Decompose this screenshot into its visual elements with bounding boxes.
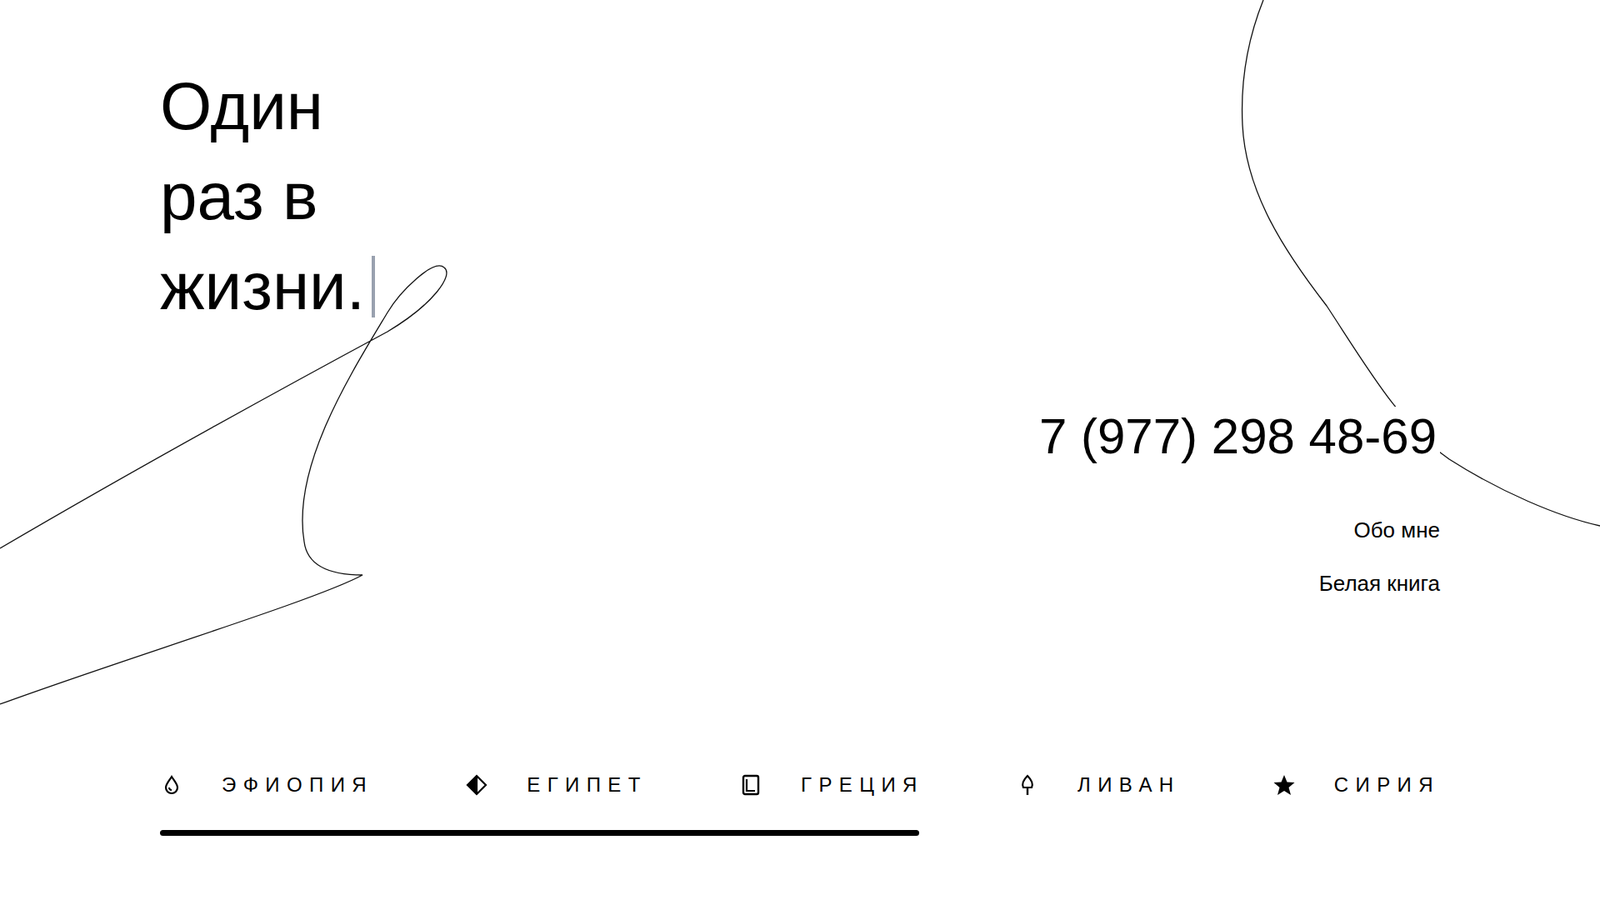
progress-track — [160, 830, 1440, 836]
hero-line: жизни. — [160, 241, 1440, 332]
nav-item[interactable]: СИРИЯ — [1272, 771, 1440, 799]
phone-number[interactable]: 7 (977) 298 48-69 — [1035, 406, 1440, 467]
star-icon — [1272, 773, 1296, 797]
hero-line: Один — [160, 61, 1440, 152]
nav-row: ЭФИОПИЯ ЕГИПЕТ ГРЕЦИЯ ЛИВАН СИРИЯ — [160, 768, 1440, 802]
nav-link[interactable]: Белая книга — [1319, 568, 1440, 599]
nav-label: ЛИВАН — [1077, 771, 1181, 799]
diamond-icon — [465, 773, 489, 797]
hero-text: жизни. — [160, 241, 365, 332]
nav-item[interactable]: ЭФИОПИЯ — [160, 771, 374, 799]
progress-fill — [160, 830, 920, 836]
nav-label: ЕГИПЕТ — [526, 771, 648, 799]
hero-text: раз в — [160, 151, 319, 242]
hero-heading: Одинраз вжизни. — [160, 61, 1440, 332]
page: Одинраз вжизни. 7 (977) 298 48-69 Обо мн… — [0, 0, 1600, 900]
nav-link[interactable]: Обо мне — [1354, 515, 1441, 545]
nav-item[interactable]: ГРЕЦИЯ — [739, 771, 925, 799]
text-cursor — [371, 255, 375, 318]
links: Обо мне Белая книга — [1319, 466, 1440, 599]
drop-icon — [160, 773, 184, 797]
hero-text: Один — [160, 61, 324, 152]
book-icon — [739, 773, 763, 797]
nav-label: ЭФИОПИЯ — [221, 771, 374, 799]
hero-line: раз в — [160, 151, 1440, 242]
nav-item[interactable]: ЛИВАН — [1015, 771, 1181, 799]
content: Одинраз вжизни. 7 (977) 298 48-69 Обо мн… — [0, 0, 1600, 836]
nav-label: СИРИЯ — [1334, 771, 1440, 799]
nav: ЭФИОПИЯ ЕГИПЕТ ГРЕЦИЯ ЛИВАН СИРИЯ — [160, 768, 1440, 836]
nav-label: ГРЕЦИЯ — [800, 771, 925, 799]
contact-block: 7 (977) 298 48-69 Обо мне Белая книга — [160, 406, 1440, 599]
nav-item[interactable]: ЕГИПЕТ — [465, 771, 648, 799]
tree-icon — [1015, 773, 1040, 797]
